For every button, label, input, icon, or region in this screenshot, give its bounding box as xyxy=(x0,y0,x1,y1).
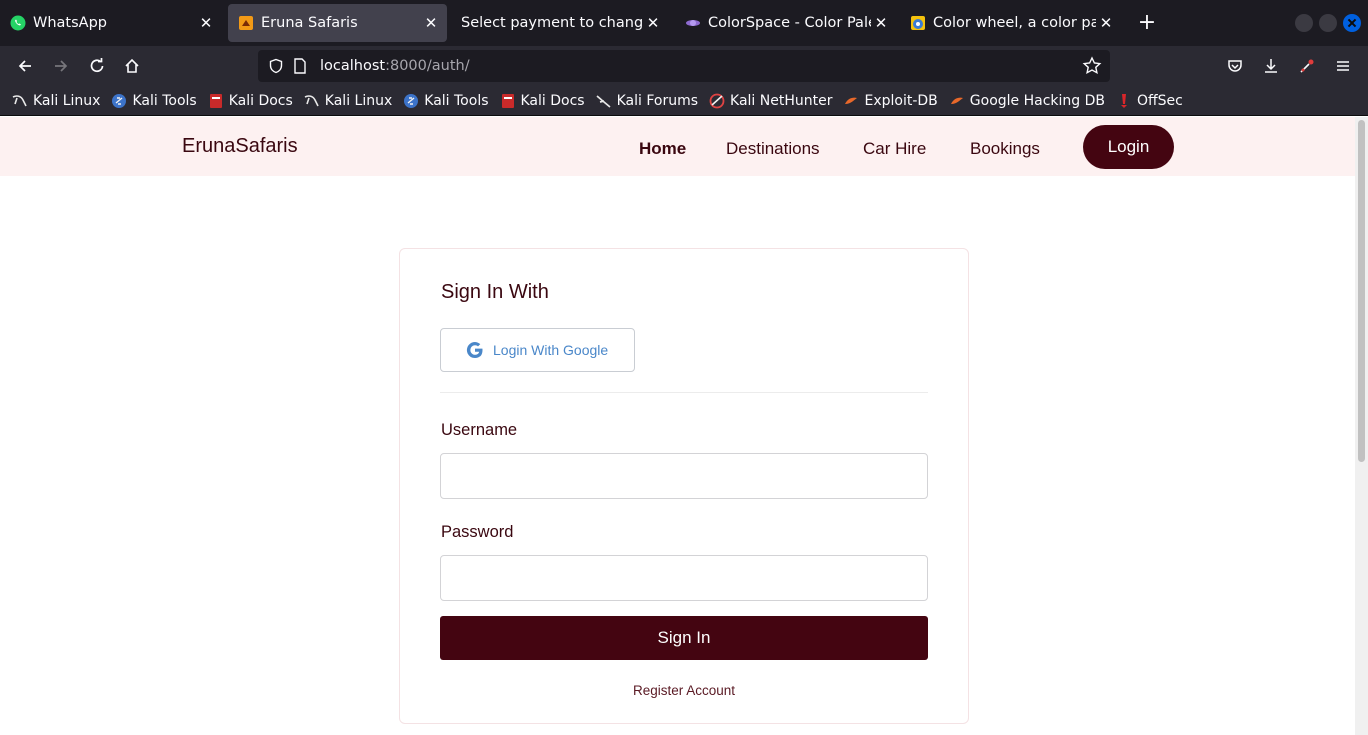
site-navbar: ErunaSafaris Home Destinations Car Hire … xyxy=(0,117,1355,176)
url-text[interactable]: localhost:8000/auth/ xyxy=(320,58,470,74)
address-bar[interactable]: localhost:8000/auth/ xyxy=(258,50,1110,82)
forward-arrow-icon[interactable] xyxy=(48,54,74,78)
brand-logo[interactable]: ErunaSafaris xyxy=(182,135,298,158)
bookmark-exploit-db[interactable]: Exploit-DB xyxy=(843,93,938,109)
bookmark-kali-docs-2[interactable]: Kali Docs xyxy=(500,93,585,109)
downloads-icon[interactable] xyxy=(1258,54,1284,78)
bookmark-kali-tools-2[interactable]: Kali Tools xyxy=(403,93,489,109)
offsec-icon xyxy=(1116,93,1132,109)
new-tab-plus-icon[interactable]: + xyxy=(1136,10,1158,36)
nethunter-icon xyxy=(709,93,725,109)
sign-in-title: Sign In With xyxy=(441,281,549,303)
bookmark-kali-linux[interactable]: Kali Linux xyxy=(12,93,100,109)
sign-in-button[interactable]: Sign In xyxy=(440,616,928,660)
bookmarks-toolbar: Kali Linux Kali Tools Kali Docs Kali Lin… xyxy=(0,86,1368,116)
bookmark-kali-linux-2[interactable]: Kali Linux xyxy=(304,93,392,109)
browser-tab-bar: WhatsApp ✕ Eruna Safaris ✕ Select paymen… xyxy=(0,0,1368,46)
bookmark-kali-docs[interactable]: Kali Docs xyxy=(208,93,293,109)
extension-eyedropper-icon[interactable] xyxy=(1294,54,1320,78)
tab-eruna-safaris[interactable]: Eruna Safaris ✕ xyxy=(228,4,447,42)
scrollbar-thumb[interactable] xyxy=(1358,120,1365,462)
ghdb-icon xyxy=(949,93,965,109)
bookmark-google-hacking-db[interactable]: Google Hacking DB xyxy=(949,93,1105,109)
back-arrow-icon[interactable] xyxy=(12,54,38,78)
username-input[interactable] xyxy=(440,453,928,499)
google-login-button[interactable]: Login With Google xyxy=(440,328,635,372)
close-window-button[interactable] xyxy=(1343,14,1361,32)
divider xyxy=(440,392,928,393)
nav-destinations-link[interactable]: Destinations xyxy=(726,139,820,159)
tab-close-icon[interactable]: ✕ xyxy=(196,14,216,32)
bookmark-kali-forums[interactable]: Kali Forums xyxy=(596,93,698,109)
tab-close-icon[interactable]: ✕ xyxy=(1096,14,1116,32)
page-info-icon[interactable] xyxy=(290,56,310,76)
password-label: Password xyxy=(441,523,514,541)
color-wheel-icon xyxy=(910,15,926,31)
tab-close-icon[interactable]: ✕ xyxy=(871,14,891,32)
maximize-window-button[interactable] xyxy=(1319,14,1337,32)
bookmark-offsec[interactable]: OffSec xyxy=(1116,93,1183,109)
tab-close-icon[interactable]: ✕ xyxy=(643,14,663,32)
bookmark-kali-nethunter[interactable]: Kali NetHunter xyxy=(709,93,832,109)
google-g-icon xyxy=(465,340,485,360)
nav-home-link[interactable]: Home xyxy=(639,139,686,159)
kali-tools-icon xyxy=(403,93,419,109)
sign-in-card: Sign In With Login With Google Username … xyxy=(399,248,969,724)
colorspace-icon xyxy=(685,15,701,31)
kali-tools-icon xyxy=(111,93,127,109)
home-icon[interactable] xyxy=(119,54,145,78)
bookmark-kali-tools[interactable]: Kali Tools xyxy=(111,93,197,109)
tab-color-wheel[interactable]: Color wheel, a color palet ✕ xyxy=(900,4,1122,42)
pocket-icon[interactable] xyxy=(1222,54,1248,78)
kali-docs-icon xyxy=(208,93,224,109)
kali-dragon-icon xyxy=(12,93,28,109)
menu-hamburger-icon[interactable] xyxy=(1330,54,1356,78)
tab-colorspace[interactable]: ColorSpace - Color Palett ✕ xyxy=(675,4,897,42)
page-scrollbar[interactable] xyxy=(1355,117,1368,735)
exploit-db-icon xyxy=(843,93,859,109)
browser-toolbar: localhost:8000/auth/ xyxy=(0,46,1368,86)
username-label: Username xyxy=(441,421,518,439)
tracking-shield-icon[interactable] xyxy=(266,56,286,76)
nav-car-hire-link[interactable]: Car Hire xyxy=(863,139,926,159)
eruna-favicon xyxy=(238,15,254,31)
tab-select-payment[interactable]: Select payment to change | D ✕ xyxy=(451,4,673,42)
tab-whatsapp[interactable]: WhatsApp ✕ xyxy=(0,4,222,42)
register-account-link[interactable]: Register Account xyxy=(400,683,968,698)
kali-docs-icon xyxy=(500,93,516,109)
password-input[interactable] xyxy=(440,555,928,601)
reload-icon[interactable] xyxy=(84,54,110,78)
page-viewport: ErunaSafaris Home Destinations Car Hire … xyxy=(0,117,1355,735)
nav-bookings-link[interactable]: Bookings xyxy=(970,139,1040,159)
kali-dragon-icon xyxy=(304,93,320,109)
tab-close-icon[interactable]: ✕ xyxy=(421,14,441,32)
whatsapp-icon xyxy=(10,15,26,31)
minimize-window-button[interactable] xyxy=(1295,14,1313,32)
kali-dragon-icon xyxy=(596,93,612,109)
nav-login-button[interactable]: Login xyxy=(1083,125,1174,169)
bookmark-star-icon[interactable] xyxy=(1082,56,1102,76)
